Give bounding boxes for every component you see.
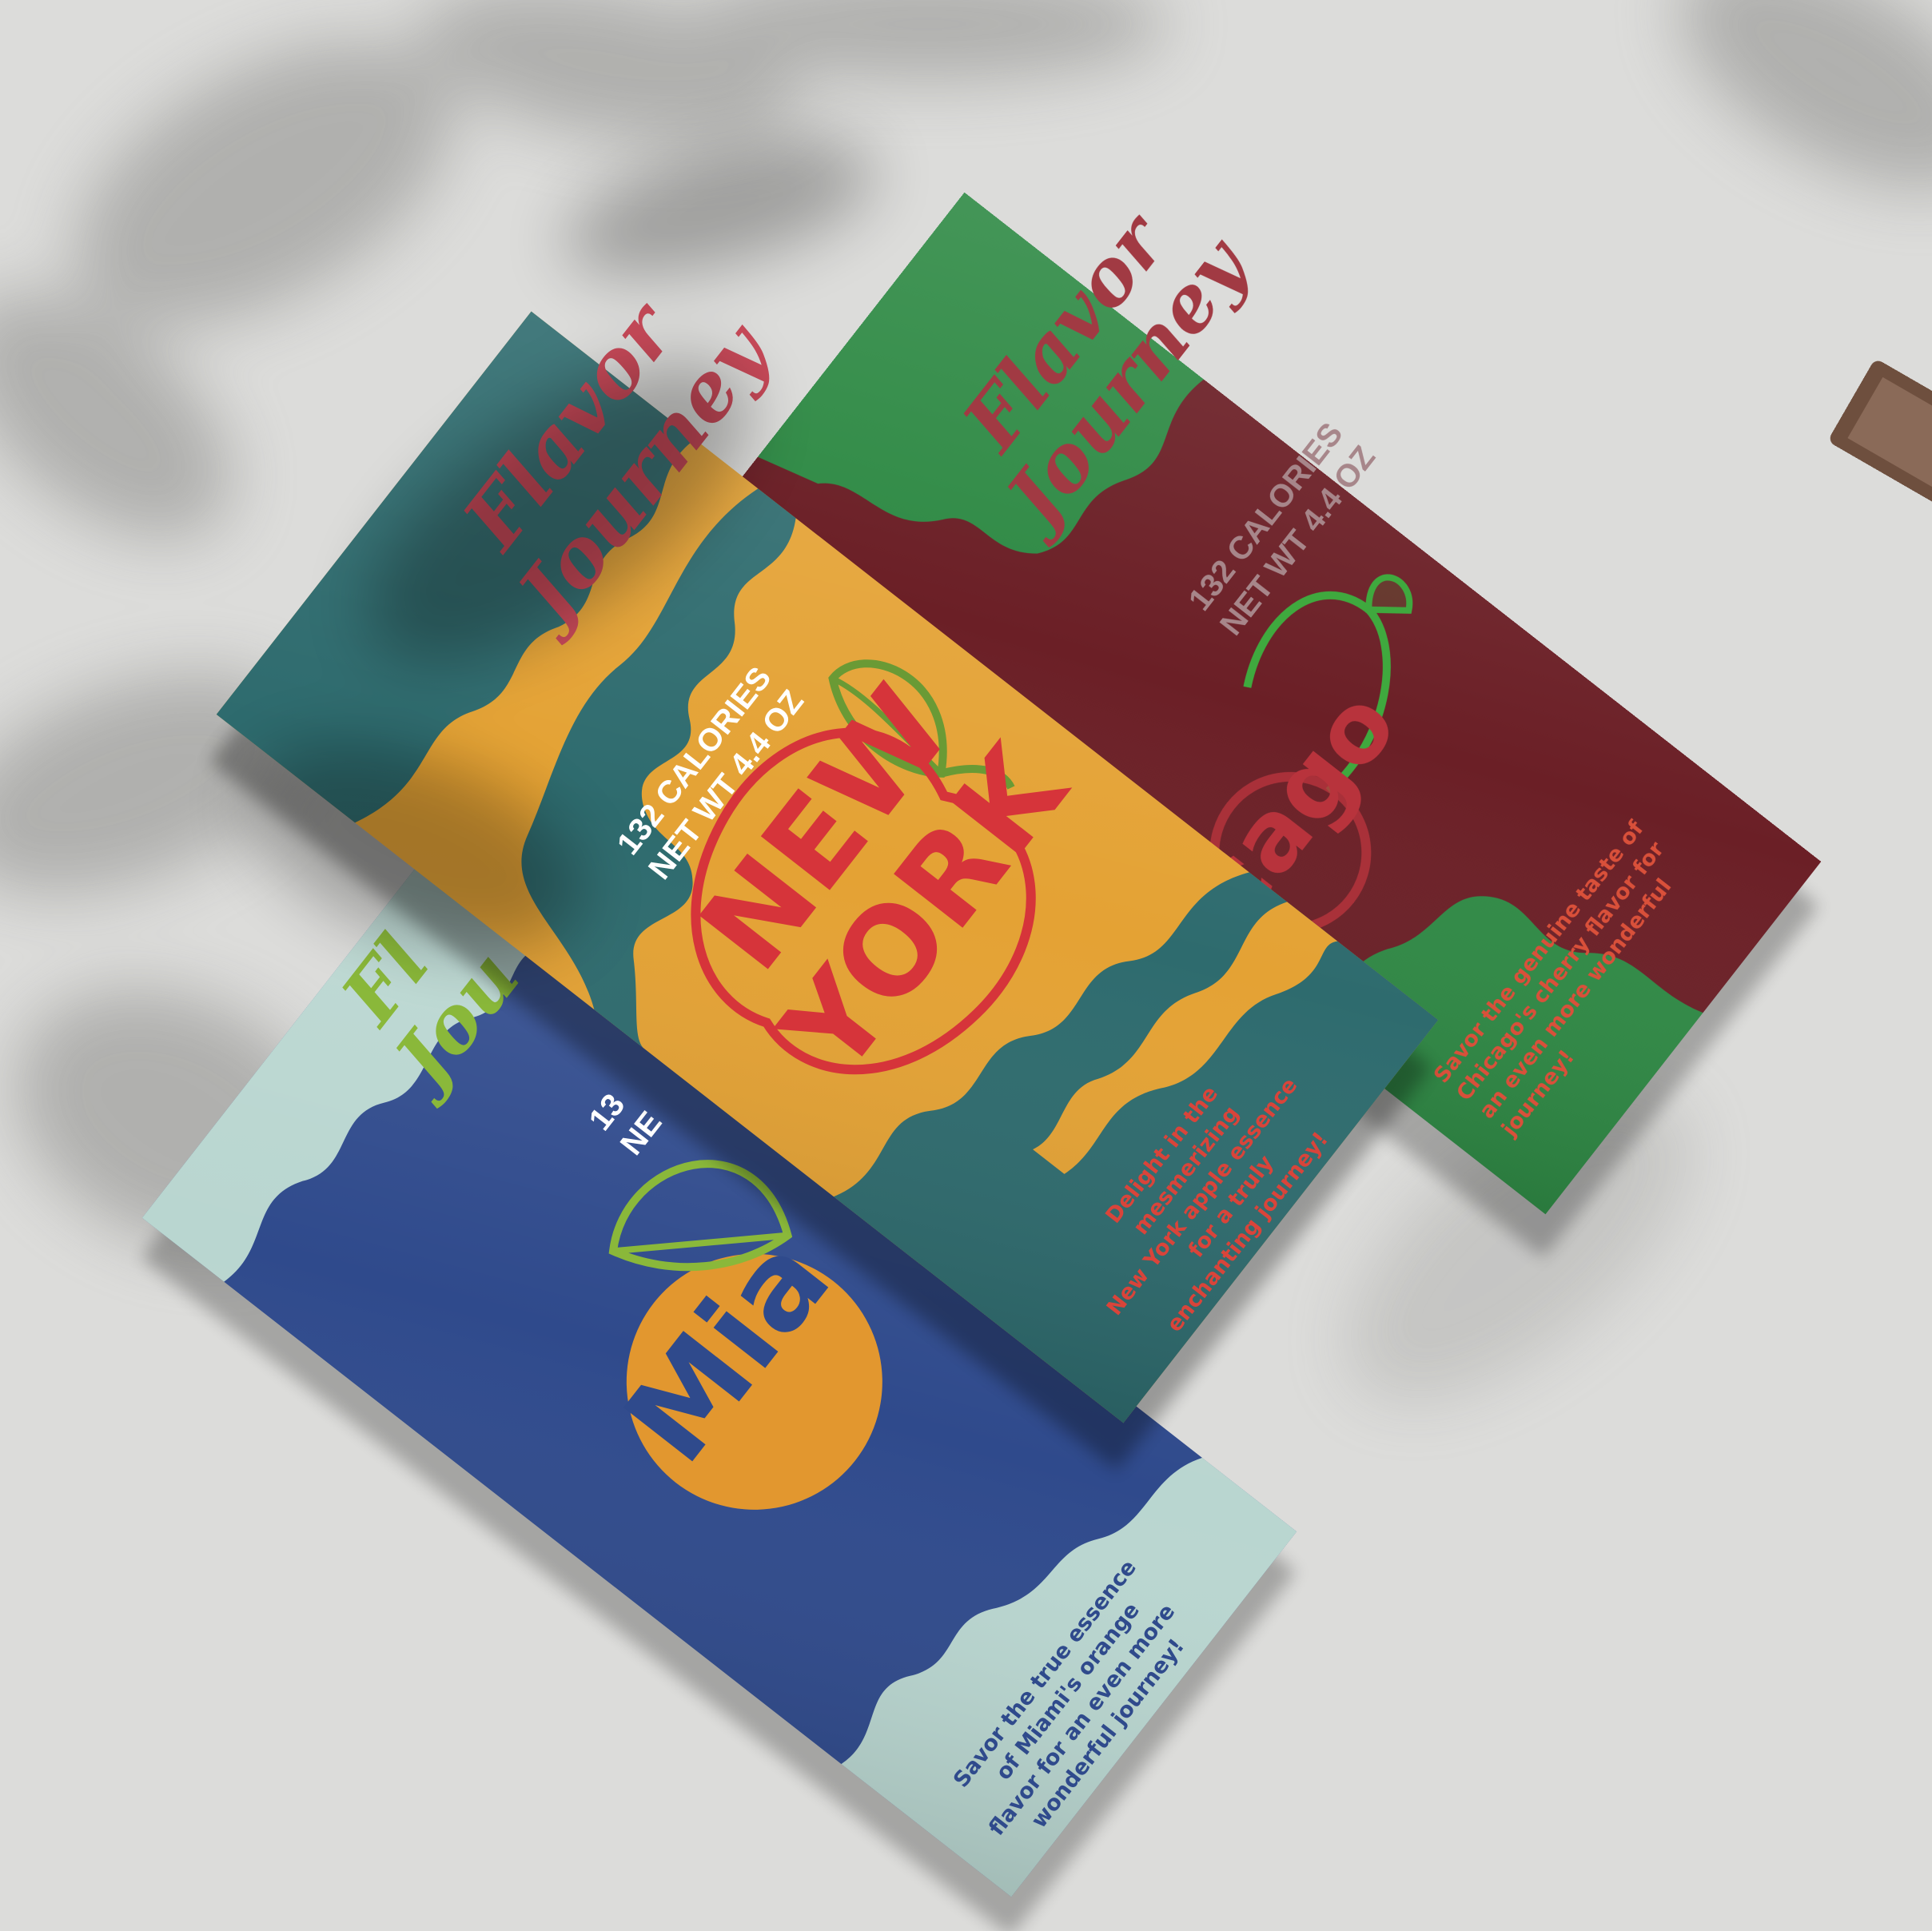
product-photo-scene: Flavor Journey 132 CALORIES NET WT 4.4 O… [0,0,1932,1931]
